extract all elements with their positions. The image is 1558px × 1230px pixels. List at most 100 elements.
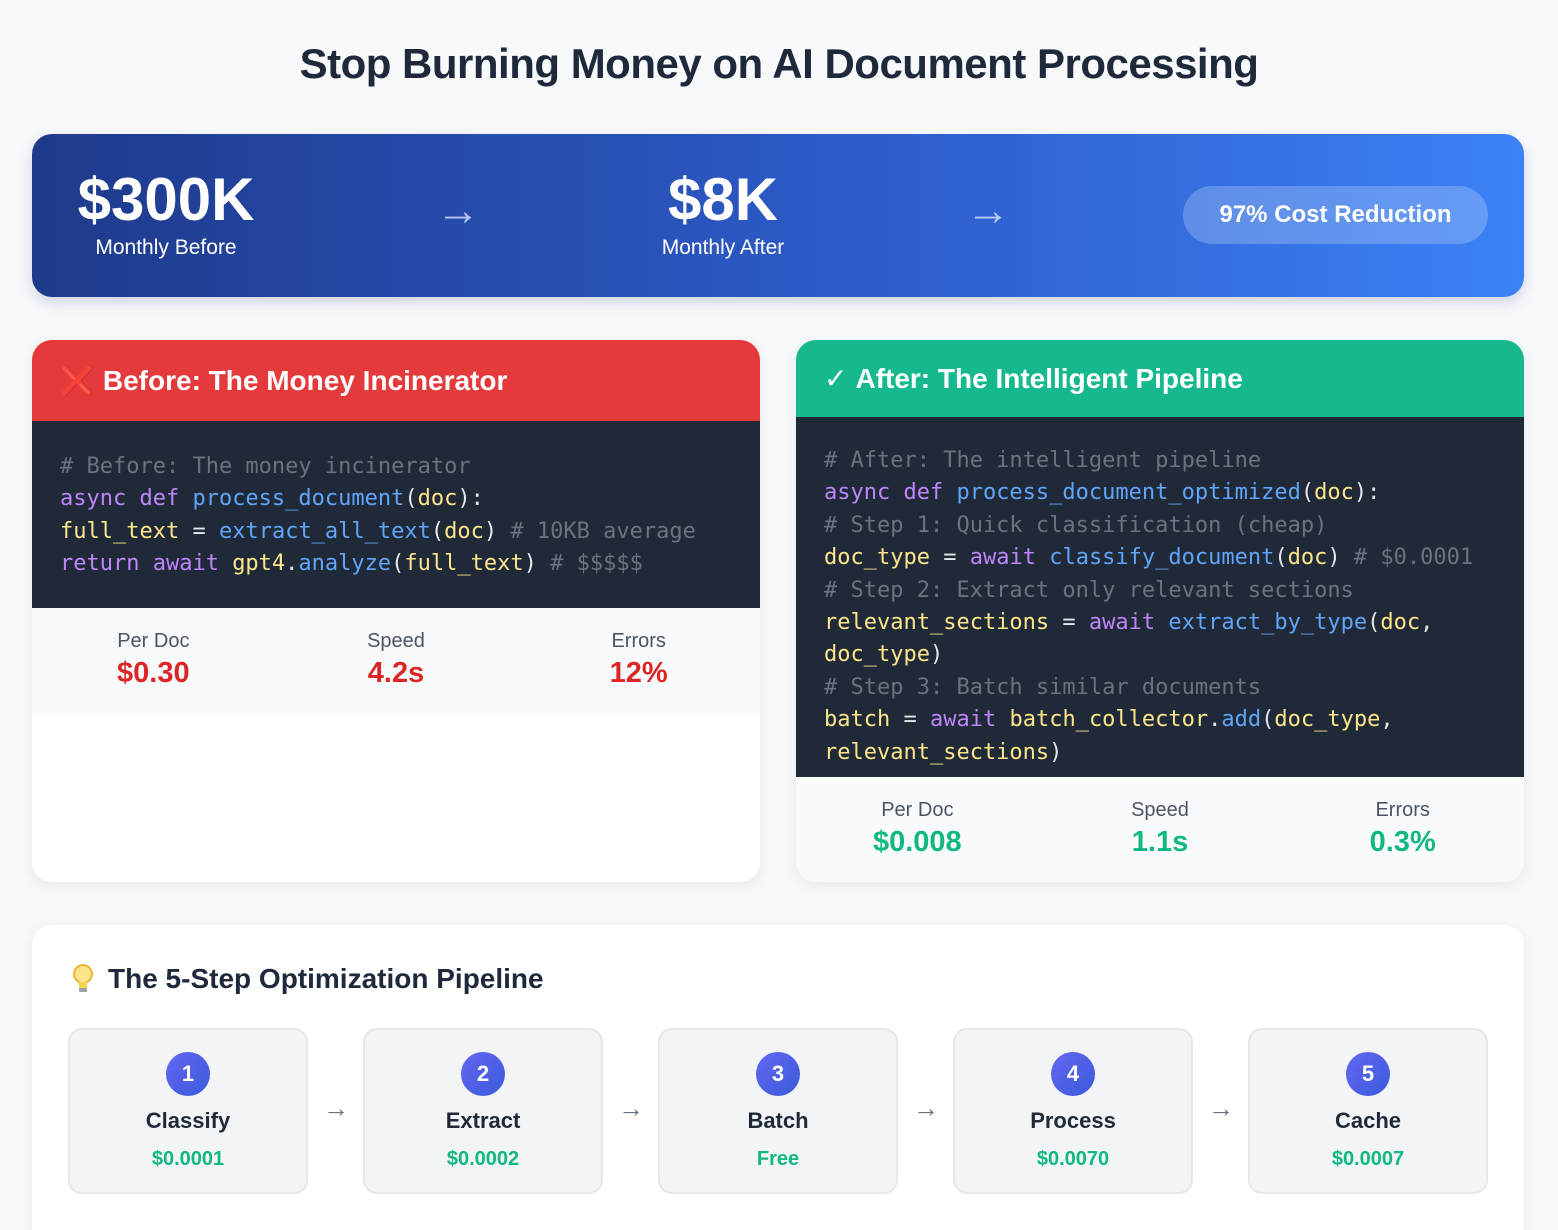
code-token: full_text <box>404 551 524 577</box>
code-token: full_text <box>60 518 180 544</box>
code-token: ( <box>1367 610 1381 636</box>
code-line: relevant_sections = await extract_by_typ… <box>824 607 1496 639</box>
code-token: process_document <box>192 486 405 512</box>
pipeline-step-extract: 2 Extract $0.0002 <box>363 1028 603 1194</box>
step-number: 1 <box>166 1052 210 1096</box>
code-token: ): <box>457 486 484 512</box>
code-line: doc_type) <box>824 639 1496 671</box>
code-token: doc <box>1380 610 1421 636</box>
code-token: ( <box>1274 545 1288 571</box>
before-metrics: Per Doc $0.30 Speed 4.2s Errors 12% <box>32 608 760 713</box>
arrow-right-icon: → <box>966 186 1010 235</box>
step-cost: $0.0070 <box>1036 1148 1110 1170</box>
pipeline-heading: The 5-Step Optimization Pipeline <box>70 963 544 995</box>
code-token: doc_type <box>824 642 930 668</box>
metric-speed: Speed 1.1s <box>1039 799 1282 882</box>
metric-errors: Errors 12% <box>517 630 760 713</box>
arrow-right-icon: → <box>913 1093 939 1123</box>
code-token: doc_type <box>824 545 930 571</box>
before-card-title: Before: The Money Incinerator <box>102 364 508 396</box>
code-line: relevant_sections) <box>824 737 1496 769</box>
code-token: # 10KB average <box>510 518 696 544</box>
step-name: Batch <box>747 1108 809 1133</box>
code-token: doc_type <box>1274 707 1381 733</box>
code-token: extract_by_type <box>1168 610 1368 636</box>
code-token: = <box>929 545 970 571</box>
after-stat: $8K Monthly After <box>638 168 808 260</box>
code-token: extract_all_text <box>218 518 431 544</box>
code-line: # Before: The money incinerator <box>60 451 732 483</box>
checkmark-icon: ✓ <box>824 363 848 394</box>
step-number: 3 <box>756 1052 800 1096</box>
metric-label: Per Doc <box>117 630 190 652</box>
metric-value: 0.3% <box>1369 826 1436 858</box>
cost-reduction-badge: 97% Cost Reduction <box>1183 186 1488 244</box>
metric-label: Errors <box>611 630 666 652</box>
code-token: doc <box>1287 545 1328 571</box>
code-line: # Step 3: Batch similar documents <box>824 672 1496 704</box>
metric-label: Speed <box>1131 799 1189 821</box>
pipeline-step-cache: 5 Cache $0.0007 <box>1248 1028 1488 1194</box>
code-line: # After: The intelligent pipeline <box>824 445 1496 477</box>
pipeline-title: The 5-Step Optimization Pipeline <box>108 963 544 994</box>
cost-summary-banner: $300K Monthly Before → $8K Monthly After… <box>32 134 1524 297</box>
arrow-right-icon: → <box>436 186 480 235</box>
pipeline-section: The 5-Step Optimization Pipeline 1 Class… <box>32 925 1524 1230</box>
code-line: async def process_document(doc): <box>60 483 732 515</box>
code-line: async def process_document_optimized(doc… <box>824 477 1496 509</box>
code-token: relevant_sections <box>824 739 1050 765</box>
metric-per-doc: Per Doc $0.30 <box>32 630 275 713</box>
code-token: async def <box>824 480 957 506</box>
before-card: ❌ Before: The Money Incinerator # Before… <box>32 340 760 882</box>
code-token: batch_collector <box>1009 707 1209 733</box>
code-token: # $0.0001 <box>1353 545 1474 571</box>
code-token: doc <box>1314 480 1354 506</box>
step-cost: Free <box>756 1148 800 1170</box>
before-card-header: ❌ Before: The Money Incinerator <box>32 340 760 421</box>
code-token: # $$$$$ <box>550 551 643 577</box>
code-token: ( <box>1261 707 1275 733</box>
code-token: analyze <box>298 551 392 577</box>
code-token: ( <box>1300 480 1315 506</box>
step-name: Extract <box>445 1108 521 1133</box>
code-token: return await <box>60 551 233 577</box>
code-token: ): <box>1353 480 1381 506</box>
code-token: classify_document <box>1049 545 1275 571</box>
code-line: return await gpt4.analyze(full_text) # $… <box>60 548 732 580</box>
step-cost: $0.0007 <box>1331 1148 1405 1170</box>
metric-value: 12% <box>609 657 668 689</box>
code-token: ) <box>1049 739 1063 765</box>
metric-value: $0.30 <box>117 657 190 689</box>
code-token: ( <box>404 486 418 512</box>
code-token: await <box>1088 610 1169 636</box>
code-line: # Step 1: Quick classification (cheap) <box>824 510 1496 542</box>
code-token: relevant_sections <box>824 610 1050 636</box>
arrow-right-icon: → <box>618 1093 644 1123</box>
code-token: ) <box>523 551 551 577</box>
metric-per-doc: Per Doc $0.008 <box>796 799 1039 882</box>
page-title: Stop Burning Money on AI Document Proces… <box>299 40 1259 87</box>
code-token: # Step 2: Extract only relevant sections <box>824 577 1354 603</box>
step-cost: $0.0001 <box>151 1148 225 1170</box>
before-code-block: # Before: The money incinerator async def… <box>32 421 760 608</box>
step-name: Process <box>1030 1108 1116 1133</box>
code-token: . <box>1208 707 1222 733</box>
before-value: $300K <box>77 166 255 233</box>
after-code-block[interactable]: # After: The intelligent pipeline async d… <box>796 417 1524 777</box>
after-card-header: ✓ After: The Intelligent Pipeline <box>796 340 1524 417</box>
after-metrics: Per Doc $0.008 Speed 1.1s Errors 0.3% <box>796 777 1524 882</box>
step-name: Classify <box>145 1108 231 1133</box>
metric-label: Per Doc <box>881 799 954 821</box>
code-token: gpt4 <box>232 551 286 577</box>
cross-icon: ❌ <box>60 365 95 396</box>
metric-value: 4.2s <box>367 657 425 689</box>
step-name: Cache <box>1334 1108 1402 1133</box>
code-token: doc <box>417 486 458 512</box>
code-token: await <box>969 545 1050 571</box>
after-value: $8K <box>667 166 779 233</box>
after-label: Monthly After <box>661 236 785 259</box>
code-line: # Step 2: Extract only relevant sections <box>824 575 1496 607</box>
code-token: # Before: The money incinerator <box>60 454 471 479</box>
step-cost: $0.0002 <box>446 1148 520 1170</box>
metric-value: 1.1s <box>1131 826 1189 858</box>
